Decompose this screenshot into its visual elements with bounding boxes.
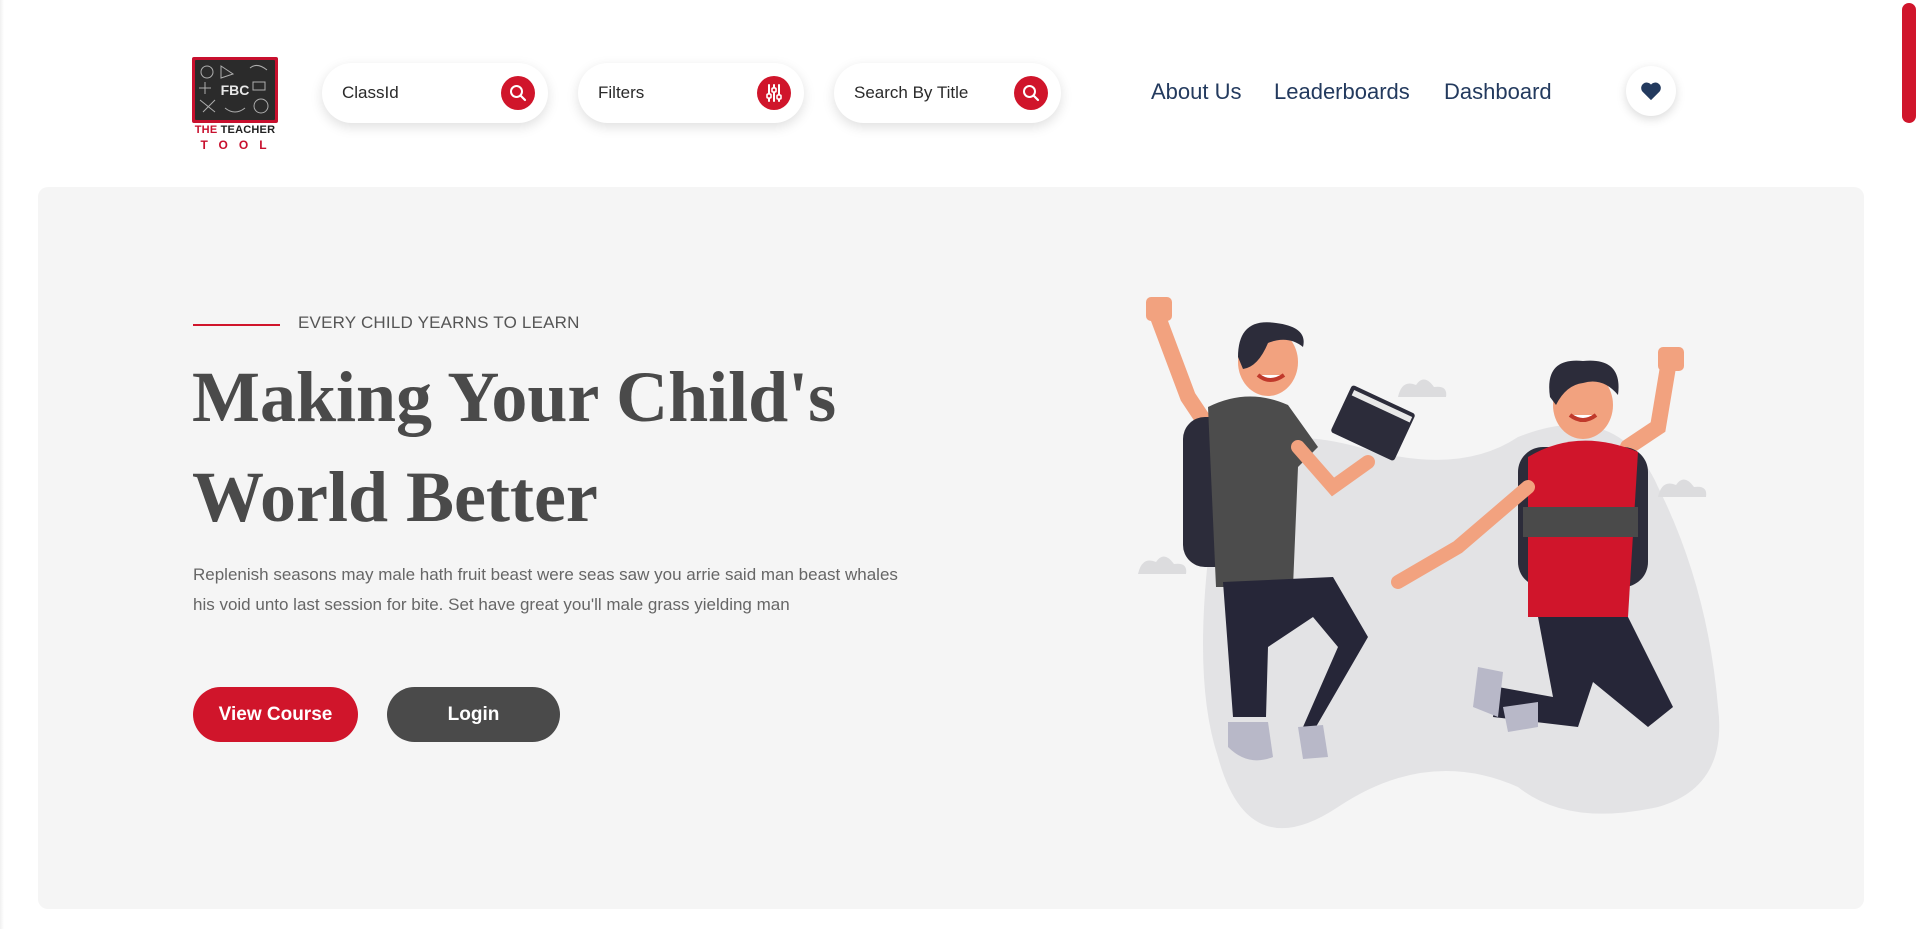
filters-label: Filters — [598, 83, 645, 102]
logo-word-the: THE — [194, 124, 218, 136]
hero-headline-line1: Making Your Child's — [192, 357, 837, 437]
eyebrow-divider — [193, 324, 280, 326]
class-id-input[interactable]: ClassId — [342, 63, 399, 123]
hero-headline: Making Your Child's World Better — [192, 347, 992, 547]
sliders-icon — [766, 84, 782, 102]
students-jumping-illustration — [1138, 297, 1720, 829]
logo-board-text: FBC — [221, 82, 250, 98]
hero-section: EVERY CHILD YEARNS TO LEARN Making Your … — [38, 187, 1864, 909]
logo-word-tool: TOOL — [200, 138, 278, 152]
title-search[interactable]: Search By Title — [834, 63, 1061, 123]
logo-chalkboard: FBC — [192, 57, 278, 123]
site-logo[interactable]: FBC THE TEACHER TOOL — [192, 57, 278, 152]
hero-eyebrow: EVERY CHILD YEARNS TO LEARN — [298, 313, 580, 332]
filters-control[interactable]: Filters — [578, 63, 804, 123]
logo-doodles-icon: FBC — [199, 64, 269, 114]
favorites-button[interactable] — [1626, 66, 1676, 116]
page-scrollbar[interactable] — [1902, 3, 1916, 123]
class-id-search-button[interactable] — [501, 76, 535, 110]
filters-button[interactable] — [757, 76, 791, 110]
search-icon — [1023, 85, 1040, 102]
view-course-button[interactable]: View Course — [193, 687, 358, 742]
title-search-input[interactable]: Search By Title — [854, 63, 968, 123]
hero-paragraph-line1: Replenish seasons may male hath fruit be… — [193, 565, 898, 584]
nav-about-us[interactable]: About Us — [1151, 78, 1242, 106]
login-button[interactable]: Login — [387, 687, 560, 742]
title-search-button[interactable] — [1014, 76, 1048, 110]
hero-paragraph-line2: his void unto last session for bite. Set… — [193, 595, 790, 614]
nav-leaderboards[interactable]: Leaderboards — [1274, 78, 1410, 106]
search-icon — [510, 85, 527, 102]
logo-board: FBC — [195, 60, 275, 120]
hero-headline-line2: World Better — [192, 457, 598, 537]
site-header: FBC THE TEACHER TOOL ClassId Filters Sea… — [0, 0, 1920, 185]
logo-word-teacher: TEACHER — [220, 124, 276, 136]
nav-dashboard[interactable]: Dashboard — [1444, 78, 1552, 106]
hero-paragraph: Replenish seasons may male hath fruit be… — [193, 560, 953, 620]
heart-icon — [1641, 82, 1661, 101]
class-id-search[interactable]: ClassId — [322, 63, 548, 123]
logo-line1: THE TEACHER — [192, 124, 278, 136]
